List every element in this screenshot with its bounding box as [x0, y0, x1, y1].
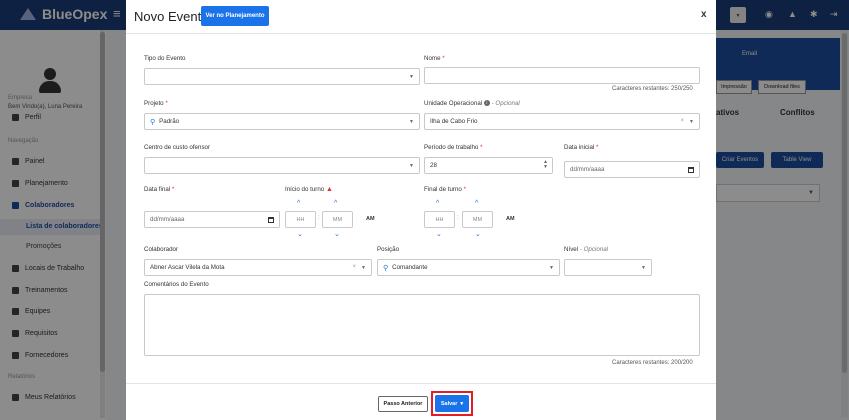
inicio-ampm-toggle[interactable]: AM	[366, 216, 375, 222]
minute-down-icon[interactable]: ⌄	[334, 230, 340, 238]
close-icon[interactable]: x	[701, 9, 707, 20]
nome-input[interactable]	[424, 67, 700, 84]
minute-up-icon[interactable]: ^	[334, 200, 337, 207]
modal-header-divider	[126, 33, 716, 34]
nivel-select[interactable]: ▼	[564, 259, 652, 276]
colaborador-select[interactable]: Abner Ascar Vilela da Mota × ▼	[144, 259, 372, 276]
clear-icon[interactable]: ×	[680, 118, 684, 124]
nivel-label: Nível - Opcional	[564, 246, 609, 253]
chevron-down-icon: ▼	[409, 163, 414, 169]
nome-label: Nome *	[424, 55, 445, 62]
chevron-down-icon: ▼	[689, 119, 694, 125]
info-icon: i	[483, 100, 490, 107]
final-turno-label: Final de turno *	[424, 186, 466, 193]
passo-anterior-button[interactable]: Passo Anterior	[378, 396, 428, 412]
final-mm-input[interactable]: MM	[462, 211, 493, 228]
chevron-down-icon: ▼	[361, 265, 366, 271]
unidade-select[interactable]: Ilha de Cabo Frio × ▼	[424, 113, 700, 130]
inicio-turno-label: Início do turno ▲	[285, 186, 333, 193]
inicio-hh-input[interactable]: HH	[285, 211, 316, 228]
tipo-evento-select[interactable]: ▼	[144, 68, 420, 85]
posicao-label: Posição	[377, 246, 400, 253]
chevron-down-icon: ▼	[549, 265, 554, 271]
minute-up-icon[interactable]: ^	[475, 200, 478, 207]
salvar-button[interactable]: Salvar ▾	[435, 395, 469, 412]
calendar-icon[interactable]	[268, 217, 274, 223]
chevron-down-icon: ▼	[409, 119, 414, 125]
hour-down-icon[interactable]: ⌄	[436, 230, 442, 238]
pin-icon: ⚲	[150, 118, 156, 126]
tipo-evento-label: Tipo do Evento	[144, 55, 186, 62]
final-hh-input[interactable]: HH	[424, 211, 455, 228]
hour-down-icon[interactable]: ⌄	[297, 230, 303, 238]
chevron-down-icon: ▼	[409, 74, 414, 80]
periodo-label: Período de trabalho *	[424, 144, 483, 151]
comentarios-textarea[interactable]	[144, 294, 700, 356]
pin-icon: ⚲	[383, 264, 389, 272]
hour-up-icon[interactable]: ^	[436, 200, 439, 207]
centro-custo-label: Centro de custo ofensor	[144, 144, 211, 151]
ver-planejamento-button[interactable]: Ver no Planejamento	[201, 6, 269, 26]
final-ampm-toggle[interactable]: AM	[506, 216, 515, 222]
centro-custo-select[interactable]: ▼	[144, 157, 420, 174]
modal-footer-divider	[126, 383, 716, 384]
time-colon: :	[457, 215, 459, 221]
chevron-down-icon: ▼	[641, 265, 646, 271]
data-final-input[interactable]: dd/mm/aaaa	[144, 211, 280, 228]
data-inicial-label: Data inicial *	[564, 144, 599, 151]
projeto-select[interactable]: ⚲ Padrão ▼	[144, 113, 420, 130]
unidade-label: Unidade Operacional i - Opcional	[424, 100, 520, 107]
posicao-select[interactable]: ⚲ Comandante ▼	[377, 259, 560, 276]
periodo-input[interactable]: 28 ▲ ▼	[424, 157, 553, 174]
caret-down-icon: ▾	[460, 400, 464, 407]
minute-down-icon[interactable]: ⌄	[475, 230, 481, 238]
novo-evento-modal: Novo Evento Ver no Planejamento x Tipo d…	[126, 0, 716, 420]
comentarios-label: Comentários do Evento	[144, 281, 209, 288]
hour-up-icon[interactable]: ^	[297, 200, 300, 207]
data-final-label: Data final *	[144, 186, 175, 193]
nome-chars-remaining: Caracteres restantes: 250/250	[612, 86, 693, 92]
projeto-label: Projeto *	[144, 100, 168, 107]
comentarios-chars-remaining: Caracteres restantes: 200/200	[612, 360, 693, 366]
clear-icon[interactable]: ×	[352, 264, 356, 270]
spinner-icon[interactable]: ▲ ▼	[543, 160, 548, 170]
data-inicial-input[interactable]: dd/mm/aaaa	[564, 161, 700, 178]
warning-icon: ▲	[325, 186, 333, 193]
colaborador-label: Colaborador	[144, 246, 179, 253]
inicio-mm-input[interactable]: MM	[322, 211, 353, 228]
time-colon: :	[318, 215, 320, 221]
modal-title: Novo Evento	[134, 9, 209, 24]
calendar-icon[interactable]	[688, 167, 694, 173]
